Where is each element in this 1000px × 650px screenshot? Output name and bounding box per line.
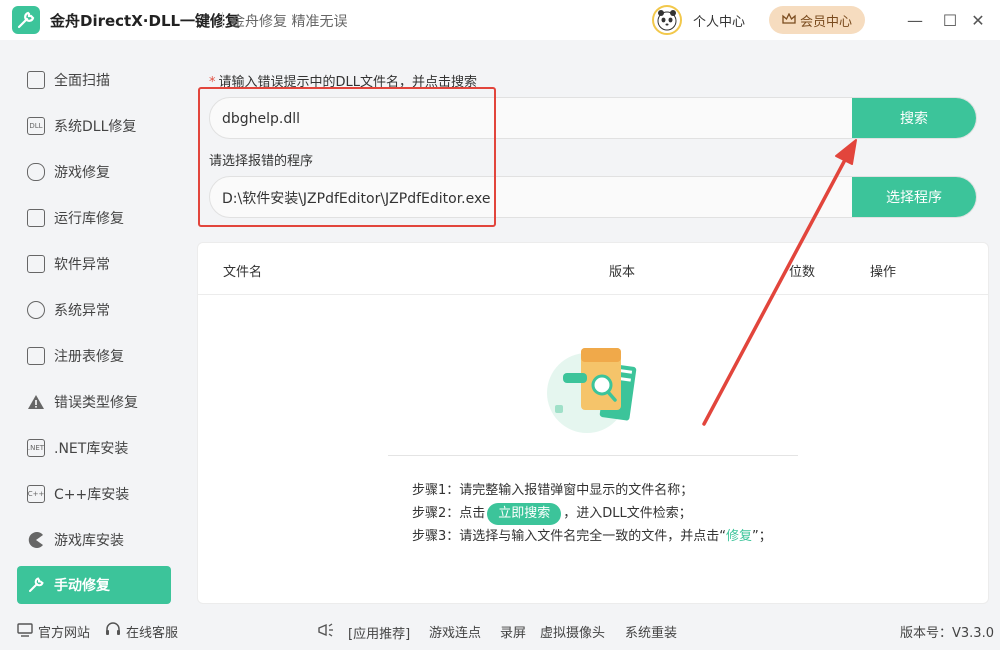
sidebar-item-label: 注册表修复 [54, 349, 124, 365]
sidebar-item-error-type-repair[interactable]: 错误类型修复 [17, 383, 171, 421]
sidebar-item-label: 运行库修复 [54, 211, 124, 227]
cpp-icon: C++ [27, 485, 45, 503]
step-3-highlight: 修复 [726, 529, 753, 544]
sidebar-item-label: 软件异常 [54, 257, 110, 273]
app-title: 金舟DirectX·DLL一键修复 [50, 12, 241, 30]
official-site-label: 官方网站 [38, 626, 91, 641]
crown-icon [782, 12, 796, 28]
sidebar-item-label: 系统DLL修复 [54, 119, 137, 135]
sidebar-item-label: 游戏库安装 [54, 533, 124, 549]
step-2: 步骤2：点击 立即搜索 ，进入DLL文件检索； [412, 502, 772, 525]
dll-input-label: * 请输入错误提示中的DLL文件名，并点击搜索 [209, 71, 477, 90]
sidebar-item-label: 错误类型修复 [54, 395, 138, 411]
footer-link-game-clicker[interactable]: 游戏连点 [429, 622, 481, 641]
sidebar-item-manual-repair[interactable]: 手动修复 [17, 566, 171, 604]
headset-icon [105, 622, 121, 641]
step-3-quote-close: ”； [752, 529, 772, 544]
footer: 官方网站 在线客服 [应用推荐] 游戏连点 录屏 虚拟摄像头 系统重装 版本号：… [0, 610, 1000, 650]
personal-center-link[interactable]: 个人中心 [693, 11, 745, 30]
sidebar: 全面扫描 DLL 系统DLL修复 游戏修复 运行库修复 软件异常 系统异常 注册… [0, 40, 188, 610]
close-button[interactable]: ✕ [968, 10, 988, 30]
required-star: * [209, 75, 216, 90]
official-site-link[interactable]: 官方网站 [17, 622, 90, 641]
code-icon [27, 255, 45, 273]
file-table: 文件名 版本 位数 操作 步骤1：请完整输入报错弹窗中显示的文件名称； 步骤2：… [197, 242, 989, 604]
vip-center-button[interactable]: 会员中心 [769, 6, 865, 34]
megaphone-icon [317, 622, 335, 642]
column-bits: 位数 [789, 265, 816, 280]
sidebar-item-cpp-install[interactable]: C++ C++库安装 [17, 475, 171, 513]
title-bar: 金舟DirectX·DLL一键修复 金舟修复 精准无误 个人中心 会员中心 — … [0, 0, 1000, 40]
sidebar-item-runtime-repair[interactable]: 运行库修复 [17, 199, 171, 237]
maximize-button[interactable]: ☐ [940, 10, 960, 30]
dll-name-input[interactable] [210, 98, 864, 138]
gear-icon [27, 301, 45, 319]
sidebar-item-dotnet-install[interactable]: .NET .NET库安装 [17, 429, 171, 467]
footer-link-system-reinstall[interactable]: 系统重装 [625, 622, 677, 641]
pacman-icon [27, 531, 45, 549]
title-separator [222, 12, 223, 28]
search-now-button[interactable]: 立即搜索 [487, 503, 562, 525]
column-version: 版本 [609, 265, 636, 280]
step-1: 步骤1：请完整输入报错弹窗中显示的文件名称； [412, 483, 694, 498]
avatar[interactable] [652, 5, 682, 35]
dll-icon: DLL [27, 117, 45, 135]
footer-link-screen-record[interactable]: 录屏 [500, 622, 526, 641]
sidebar-item-label: .NET库安装 [54, 441, 129, 457]
minimize-button[interactable]: — [905, 10, 925, 30]
app-slogan: 金舟修复 精准无误 [231, 14, 348, 30]
sidebar-item-registry-repair[interactable]: 注册表修复 [17, 337, 171, 375]
monitor-icon [17, 622, 33, 641]
sidebar-item-full-scan[interactable]: 全面扫描 [17, 61, 171, 99]
step-3-prefix: 步骤3：请选择与输入文件名完全一致的文件，并点击 [412, 529, 720, 544]
search-button[interactable]: 搜索 [852, 98, 976, 138]
select-program-button[interactable]: 选择程序 [852, 177, 976, 217]
dll-search-row: 搜索 [209, 97, 977, 139]
warning-icon [27, 393, 45, 411]
manual-repair-form: *请输入错误提示中的DLL文件名，并点击搜索 搜索 请选择报错的程序 选择程序 [188, 40, 1000, 238]
table-header: 文件名 版本 位数 操作 [198, 243, 988, 295]
sidebar-item-system-error[interactable]: 系统异常 [17, 291, 171, 329]
sidebar-item-software-error[interactable]: 软件异常 [17, 245, 171, 283]
column-filename: 文件名 [223, 265, 263, 280]
app-recommend-label: [应用推荐] [317, 622, 410, 642]
sidebar-item-label: 游戏修复 [54, 165, 110, 181]
sidebar-item-system-dll[interactable]: DLL 系统DLL修复 [17, 107, 171, 145]
sidebar-item-label: 手动修复 [54, 578, 110, 594]
app-logo-icon [12, 6, 40, 34]
sidebar-item-label: 系统异常 [54, 303, 110, 319]
empty-state-divider [388, 455, 798, 456]
instructions: 步骤1：请完整输入报错弹窗中显示的文件名称； 步骤2：点击 立即搜索 ，进入DLL文… [412, 479, 772, 548]
scan-icon [27, 71, 45, 89]
step-3: 步骤3：请选择与输入文件名完全一致的文件，并点击“修复”； [412, 525, 772, 548]
dotnet-icon: .NET [27, 439, 45, 457]
vip-center-label: 会员中心 [799, 13, 852, 29]
step-2-prefix: 步骤2：点击 [412, 506, 486, 521]
online-service-label: 在线客服 [126, 626, 179, 641]
dll-input-label-text: 请输入错误提示中的DLL文件名，并点击搜索 [218, 75, 478, 90]
program-label: 请选择报错的程序 [209, 154, 314, 169]
online-service-link[interactable]: 在线客服 [105, 622, 178, 641]
list-icon [27, 347, 45, 365]
program-path-input[interactable] [210, 177, 864, 217]
gamepad-icon [27, 163, 45, 181]
sidebar-item-game-lib-install[interactable]: 游戏库安装 [17, 521, 171, 559]
wrench-icon [27, 576, 45, 594]
footer-link-virtual-camera[interactable]: 虚拟摄像头 [540, 622, 605, 641]
sidebar-item-label: C++库安装 [54, 487, 130, 503]
sidebar-item-game-repair[interactable]: 游戏修复 [17, 153, 171, 191]
runtime-icon [27, 209, 45, 227]
program-select-row: 选择程序 [209, 176, 977, 218]
empty-folder-search-icon [545, 343, 645, 438]
version-label: 版本号：V3.3.0 [900, 626, 994, 641]
sidebar-item-label: 全面扫描 [54, 73, 110, 89]
column-action: 操作 [870, 265, 897, 280]
app-recommend-text: [应用推荐] [348, 626, 411, 642]
step-2-suffix: ，进入DLL文件检索； [563, 506, 692, 521]
